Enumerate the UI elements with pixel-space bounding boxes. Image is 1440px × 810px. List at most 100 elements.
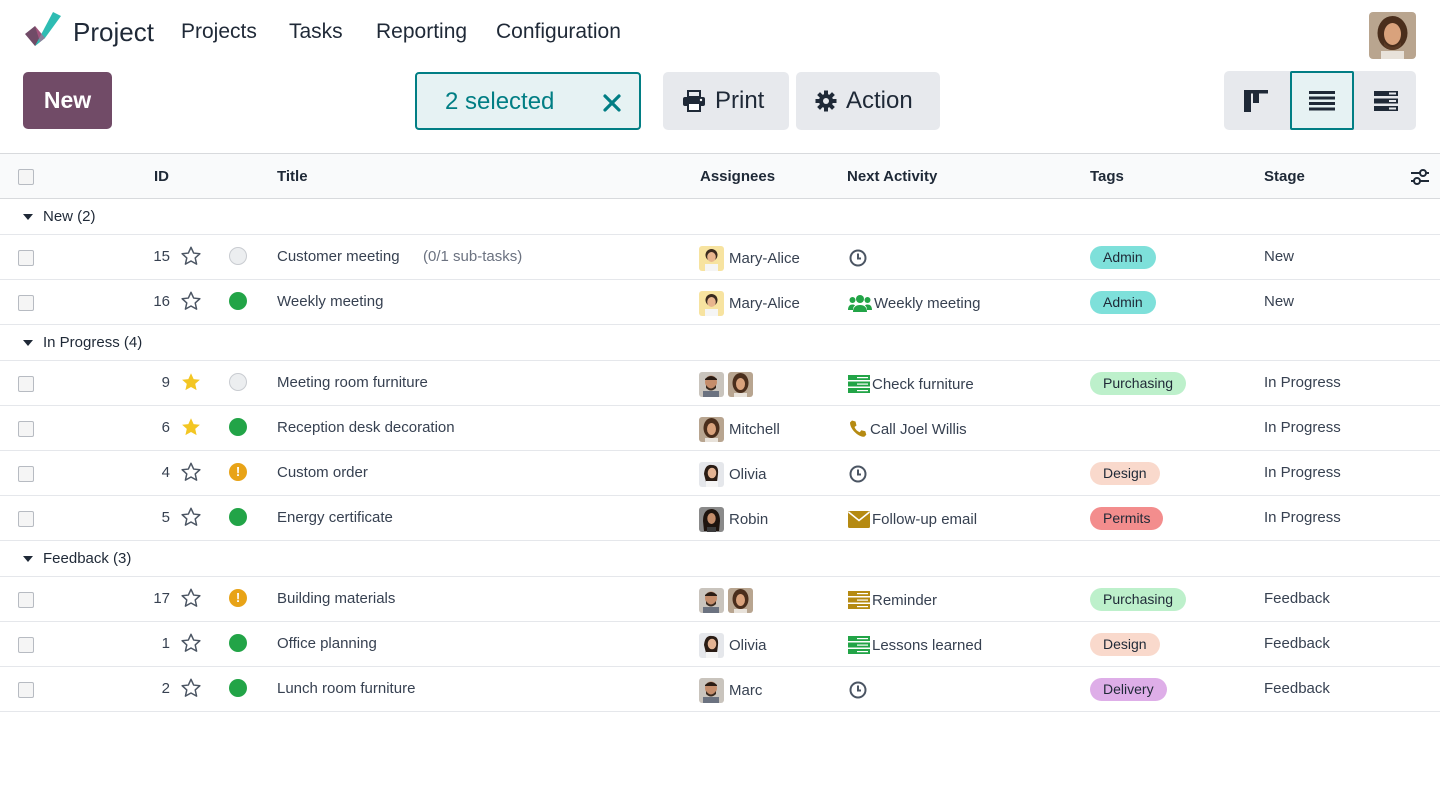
menu-reporting[interactable]: Reporting: [376, 20, 467, 44]
row-checkbox[interactable]: [18, 592, 34, 608]
activity-view-button[interactable]: [1354, 71, 1418, 130]
status-green-icon[interactable]: [229, 634, 247, 652]
next-activity[interactable]: Follow-up email: [848, 507, 977, 531]
assignees[interactable]: [699, 372, 757, 397]
row-checkbox[interactable]: [18, 376, 34, 392]
assignees[interactable]: Mitchell: [699, 417, 780, 442]
stage-value: In Progress: [1264, 374, 1341, 391]
table-row[interactable]: 9 Meeting room furniture Check furniture Pu…: [0, 361, 1440, 406]
print-button[interactable]: Print: [663, 72, 789, 130]
project-app-logo[interactable]: [23, 12, 63, 48]
table-row[interactable]: 1 Office planning Olivia Lessons learned Des…: [0, 622, 1440, 667]
caret-down-icon[interactable]: [23, 340, 33, 346]
next-activity[interactable]: Call Joel Willis: [848, 417, 967, 441]
next-activity[interactable]: Lessons learned: [848, 633, 982, 657]
stage-value: In Progress: [1264, 464, 1341, 481]
star-icon[interactable]: [180, 245, 202, 267]
task-id: 17: [153, 590, 170, 607]
row-checkbox[interactable]: [18, 511, 34, 527]
star-icon[interactable]: [180, 632, 202, 654]
assignees[interactable]: Olivia: [699, 462, 767, 487]
status-green-icon[interactable]: [229, 508, 247, 526]
kanban-view-button[interactable]: [1224, 71, 1288, 130]
table-row[interactable]: 17! Building materials Reminder Purchasing F…: [0, 577, 1440, 622]
assignee-name: Mary-Alice: [729, 250, 800, 267]
status-green-icon[interactable]: [229, 679, 247, 697]
assignees[interactable]: Marc: [699, 678, 762, 703]
table-row[interactable]: 4! Custom order Olivia Design In Progress: [0, 451, 1440, 496]
table-header: ID Title Assignees Next Activity Tags St…: [0, 153, 1440, 199]
next-activity[interactable]: [848, 678, 868, 702]
next-activity[interactable]: [848, 462, 868, 486]
avatar-marc: [699, 678, 724, 703]
status-orange-icon[interactable]: !: [229, 463, 247, 481]
row-checkbox[interactable]: [18, 682, 34, 698]
next-activity[interactable]: Check furniture: [848, 372, 974, 396]
assignee-name: Mary-Alice: [729, 295, 800, 312]
assignees[interactable]: [699, 588, 757, 613]
next-activity[interactable]: Reminder: [848, 588, 937, 612]
clock-icon: [848, 248, 868, 268]
star-filled-icon[interactable]: [180, 416, 202, 438]
star-filled-icon[interactable]: [180, 371, 202, 393]
star-icon[interactable]: [180, 461, 202, 483]
optional-columns-icon[interactable]: [1411, 169, 1429, 185]
assignee-name: Mitchell: [729, 421, 780, 438]
star-icon[interactable]: [180, 290, 202, 312]
assignee-name: Olivia: [729, 637, 767, 654]
new-button[interactable]: New: [23, 72, 112, 129]
star-icon[interactable]: [180, 587, 202, 609]
list-view-button[interactable]: [1290, 71, 1354, 130]
row-checkbox[interactable]: [18, 421, 34, 437]
caret-down-icon[interactable]: [23, 556, 33, 562]
column-header-stage[interactable]: Stage: [1264, 168, 1305, 185]
column-header-next-activity[interactable]: Next Activity: [847, 168, 937, 185]
task-title: Customer meeting: [277, 248, 400, 265]
avatar-olivia: [699, 462, 724, 487]
assignee-name: Robin: [729, 511, 769, 528]
next-activity[interactable]: Weekly meeting: [848, 291, 980, 315]
menu-projects[interactable]: Projects: [181, 20, 257, 44]
group-row[interactable]: New (2): [0, 199, 1440, 235]
clear-selection-icon[interactable]: [602, 93, 622, 113]
user-avatar[interactable]: [1369, 12, 1416, 59]
column-header-id[interactable]: ID: [154, 168, 169, 185]
row-checkbox[interactable]: [18, 250, 34, 266]
tag-badge: Purchasing: [1090, 588, 1187, 611]
caret-down-icon[interactable]: [23, 214, 33, 220]
assignees[interactable]: Olivia: [699, 633, 767, 658]
column-header-assignees[interactable]: Assignees: [700, 168, 775, 185]
table-row[interactable]: 16 Weekly meeting Mary-Alice Weekly meeting…: [0, 280, 1440, 325]
group-row[interactable]: In Progress (4): [0, 325, 1440, 361]
status-green-icon[interactable]: [229, 418, 247, 436]
column-header-tags[interactable]: Tags: [1090, 168, 1124, 185]
table-row[interactable]: 6 Reception desk decoration Mitchell Call J…: [0, 406, 1440, 451]
menu-tasks[interactable]: Tasks: [289, 20, 343, 44]
group-row[interactable]: Feedback (3): [0, 541, 1440, 577]
assignees[interactable]: Robin: [699, 507, 768, 532]
status-orange-icon[interactable]: !: [229, 589, 247, 607]
app-name[interactable]: Project: [73, 17, 154, 48]
status-green-icon[interactable]: [229, 292, 247, 310]
select-all-checkbox[interactable]: [18, 169, 34, 185]
tag-badge: Purchasing: [1090, 372, 1187, 395]
activity-summary: Weekly meeting: [874, 294, 981, 312]
row-checkbox[interactable]: [18, 466, 34, 482]
table-row[interactable]: 15 Customer meeting (0/1 sub-tasks) Mary-Al…: [0, 235, 1440, 280]
table-row[interactable]: 5 Energy certificate Robin Follow-up email P…: [0, 496, 1440, 541]
status-grey-icon[interactable]: [229, 373, 247, 391]
menu-configuration[interactable]: Configuration: [496, 20, 621, 44]
table-row[interactable]: 2 Lunch room furniture Marc Delivery Feedbac…: [0, 667, 1440, 712]
action-button[interactable]: Action: [796, 72, 940, 130]
row-checkbox[interactable]: [18, 637, 34, 653]
next-activity[interactable]: [848, 246, 868, 270]
status-grey-icon[interactable]: [229, 247, 247, 265]
star-icon[interactable]: [180, 506, 202, 528]
task-title: Weekly meeting: [277, 293, 384, 310]
group-label: New (2): [43, 208, 96, 225]
row-checkbox[interactable]: [18, 295, 34, 311]
star-icon[interactable]: [180, 677, 202, 699]
column-header-title[interactable]: Title: [277, 168, 308, 185]
assignees[interactable]: Mary-Alice: [699, 246, 800, 271]
assignees[interactable]: Mary-Alice: [699, 291, 800, 316]
